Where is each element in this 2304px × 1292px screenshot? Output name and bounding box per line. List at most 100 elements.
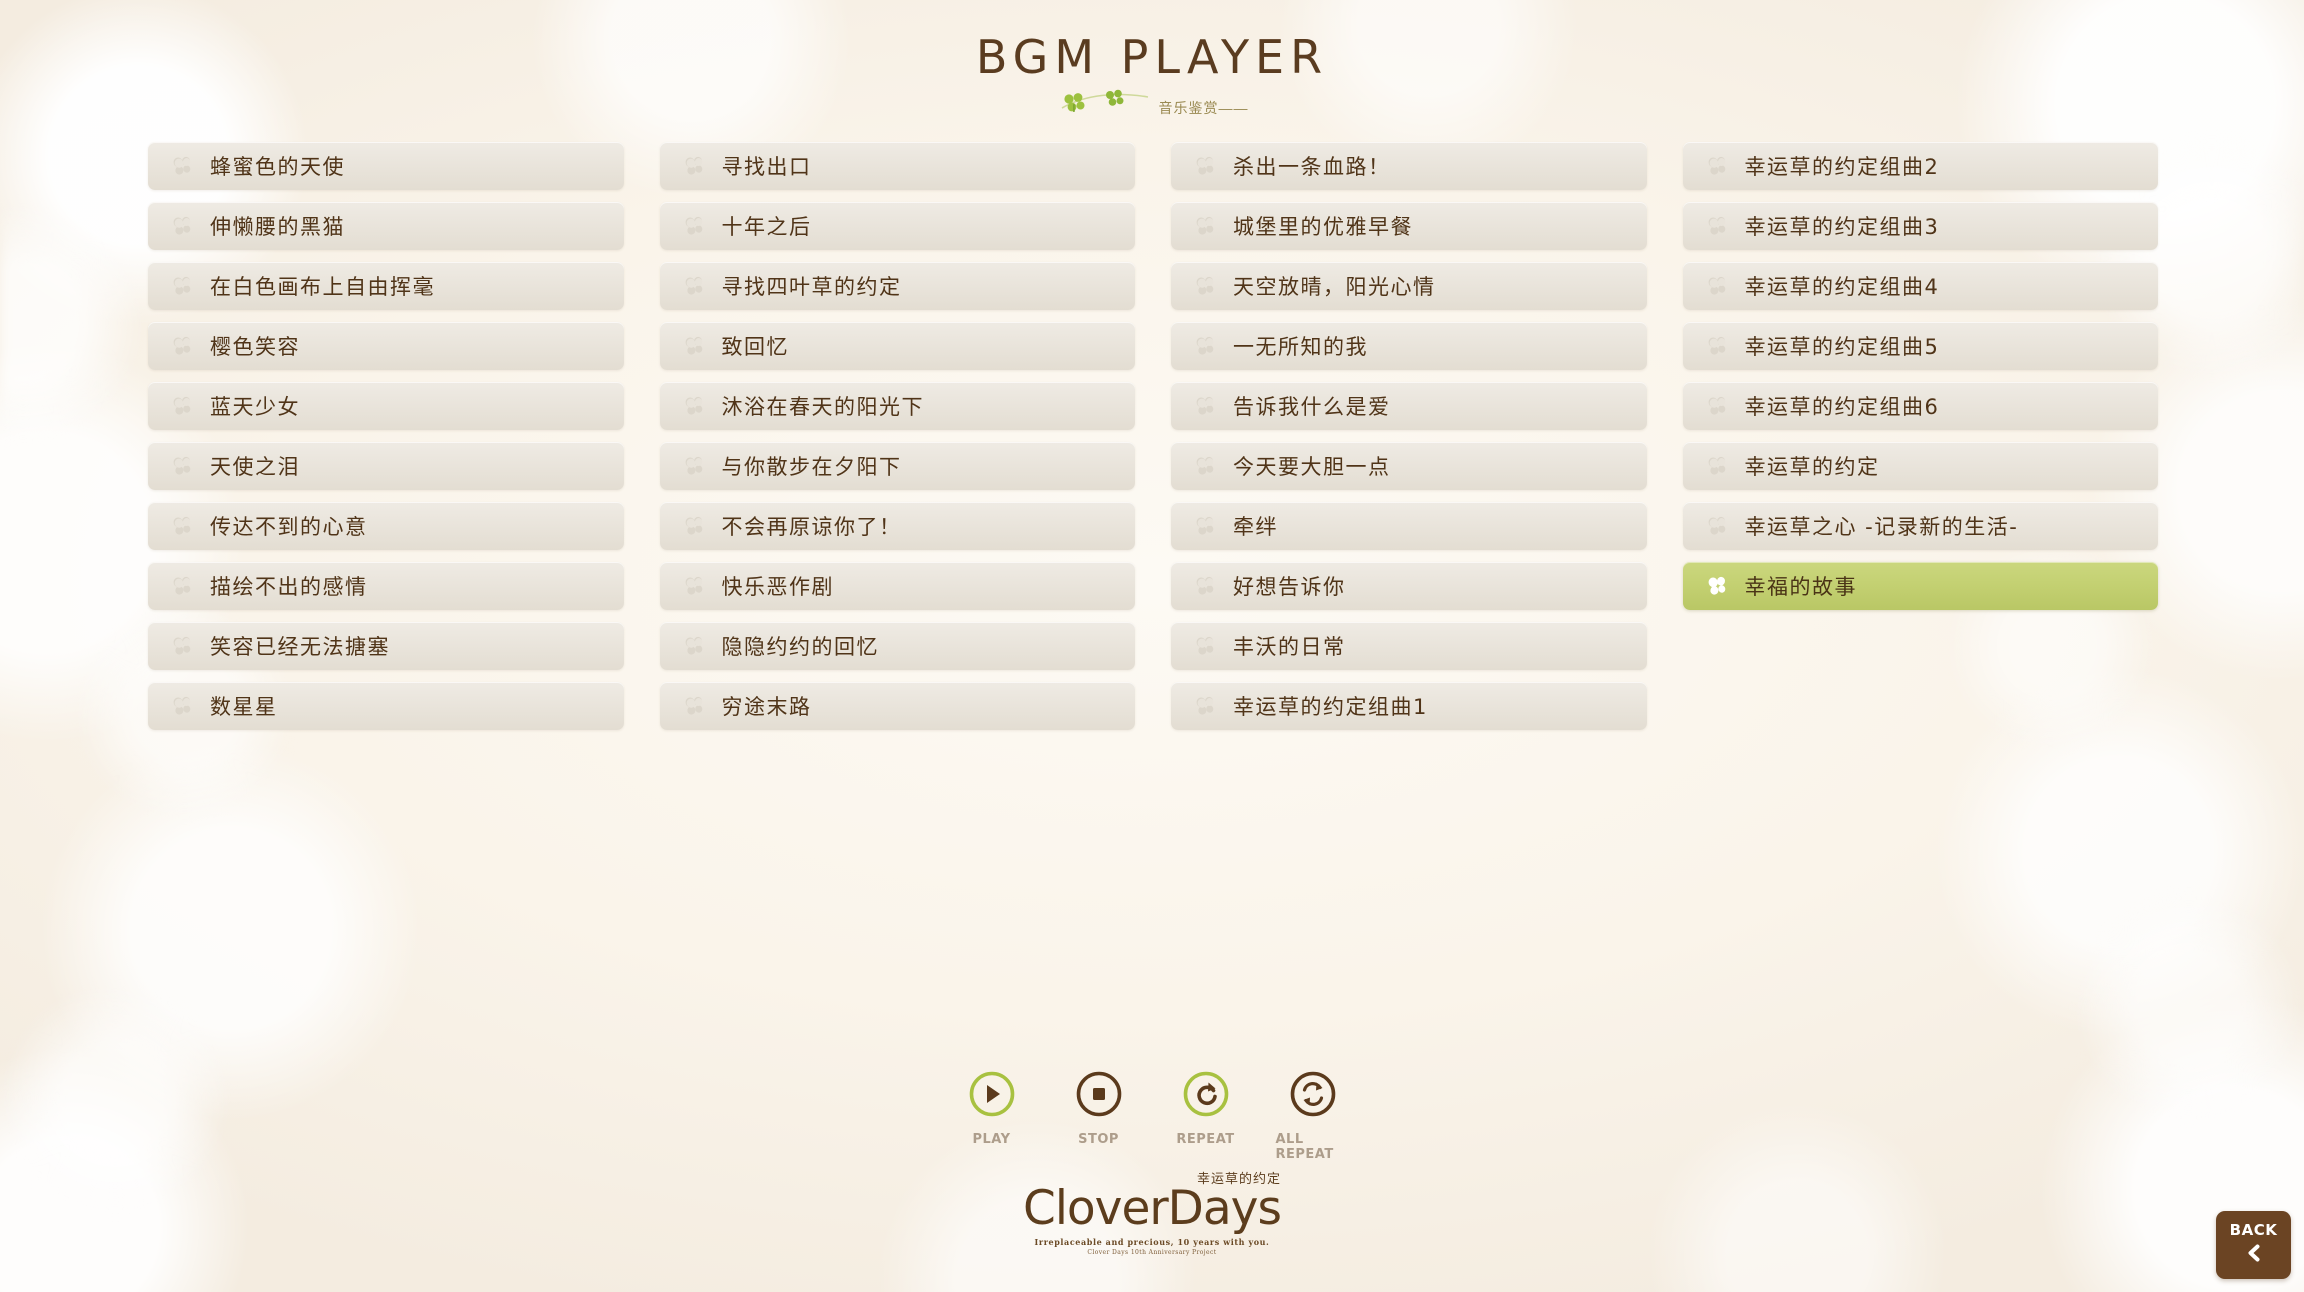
clover-icon bbox=[170, 214, 194, 238]
song-button[interactable]: 在白色画布上自由挥毫 bbox=[148, 262, 624, 310]
song-button[interactable]: 樱色笑容 bbox=[148, 322, 624, 370]
song-title: 致回忆 bbox=[721, 335, 789, 359]
stop-button[interactable]: STOP bbox=[1062, 1070, 1136, 1162]
song-title: 幸运草的约定组曲1 bbox=[1233, 695, 1428, 719]
clover-icon bbox=[1193, 454, 1217, 478]
clover-icon bbox=[170, 454, 194, 478]
song-button[interactable]: 寻找四叶草的约定 bbox=[659, 262, 1135, 310]
back-button[interactable]: BACK bbox=[2216, 1211, 2291, 1279]
song-button[interactable]: 好想告诉你 bbox=[1171, 562, 1647, 610]
song-button[interactable]: 幸运草的约定组曲1 bbox=[1171, 682, 1647, 730]
song-button[interactable]: 数星星 bbox=[148, 682, 624, 730]
song-column-2: 寻找出口十年之后寻找四叶草的约定致回忆沐浴在春天的阳光下 与你散步在夕阳下不会再原… bbox=[659, 142, 1135, 730]
chevron-left-icon bbox=[2243, 1242, 2265, 1269]
clover-icon bbox=[682, 454, 706, 478]
song-button[interactable]: 幸运草的约定组曲4 bbox=[1682, 262, 2158, 310]
song-button[interactable]: 幸运草的约定组曲5 bbox=[1682, 322, 2158, 370]
song-button[interactable]: 一无所知的我 bbox=[1171, 322, 1647, 370]
song-button[interactable]: 与你散步在夕阳下 bbox=[659, 442, 1135, 490]
clover-icon bbox=[682, 394, 706, 418]
song-title: 幸运草的约定 bbox=[1744, 455, 1880, 479]
clover-icon bbox=[170, 334, 194, 358]
song-title: 天使之泪 bbox=[210, 455, 300, 479]
song-button[interactable]: 不会再原谅你了！ bbox=[659, 502, 1135, 550]
song-button[interactable]: 蜂蜜色的天使 bbox=[148, 142, 624, 190]
song-title: 蓝天少女 bbox=[210, 395, 300, 419]
player-controls: PLAY STOP REPEAT ALL REPEAT bbox=[0, 1070, 2304, 1162]
play-icon bbox=[968, 1070, 1016, 1123]
clover-icon bbox=[1193, 394, 1217, 418]
song-button[interactable]: 幸运草的约定组曲3 bbox=[1682, 202, 2158, 250]
song-button[interactable]: 沐浴在春天的阳光下 bbox=[659, 382, 1135, 430]
stop-icon bbox=[1075, 1070, 1123, 1123]
control-label: PLAY bbox=[972, 1132, 1011, 1147]
clover-icon bbox=[1705, 154, 1729, 178]
song-button[interactable]: 城堡里的优雅早餐 bbox=[1171, 202, 1647, 250]
song-title: 好想告诉你 bbox=[1233, 575, 1346, 599]
song-title: 丰沃的日常 bbox=[1233, 635, 1346, 659]
song-title: 天空放晴，阳光心情 bbox=[1233, 275, 1436, 299]
song-column-3: 杀出一条血路！ 城堡里的优雅早餐天空放晴，阳光心情 一无所知的我告诉我什么是爱今天要… bbox=[1171, 142, 1647, 730]
song-button[interactable]: 描绘不出的感情 bbox=[148, 562, 624, 610]
control-label: ALL REPEAT bbox=[1275, 1132, 1334, 1162]
song-button[interactable]: 天使之泪 bbox=[148, 442, 624, 490]
song-title: 牵绊 bbox=[1233, 515, 1278, 539]
song-title: 与你散步在夕阳下 bbox=[721, 455, 902, 479]
song-button[interactable]: 幸运草的约定 bbox=[1682, 442, 2158, 490]
song-title: 幸运草的约定组曲2 bbox=[1744, 155, 1940, 179]
play-button[interactable]: PLAY bbox=[955, 1070, 1029, 1162]
song-title: 描绘不出的感情 bbox=[210, 575, 368, 599]
brand-logo-subtitle-cn: 幸运草的约定 bbox=[1196, 1171, 1281, 1186]
clover-icon bbox=[1193, 574, 1217, 598]
song-button[interactable]: 杀出一条血路！ bbox=[1171, 142, 1647, 190]
repeat-button[interactable]: REPEAT bbox=[1169, 1070, 1243, 1162]
song-button[interactable]: 告诉我什么是爱 bbox=[1171, 382, 1647, 430]
song-button[interactable]: 寻找出口 bbox=[659, 142, 1135, 190]
clover-icon bbox=[1705, 274, 1729, 298]
page-header: BGM PLAYER 音乐鉴赏—— bbox=[0, 30, 2304, 119]
song-button[interactable]: 致回忆 bbox=[659, 322, 1135, 370]
song-button-selected[interactable]: 幸福的故事 bbox=[1682, 562, 2158, 610]
song-button[interactable]: 丰沃的日常 bbox=[1171, 622, 1647, 670]
song-button[interactable]: 蓝天少女 bbox=[148, 382, 624, 430]
song-button[interactable]: 十年之后 bbox=[659, 202, 1135, 250]
song-button[interactable]: 快乐恶作剧 bbox=[659, 562, 1135, 610]
song-title: 笑容已经无法搪塞 bbox=[210, 635, 390, 659]
clover-icon bbox=[1705, 574, 1729, 598]
clover-icon bbox=[1193, 334, 1217, 358]
song-title: 一无所知的我 bbox=[1233, 335, 1368, 359]
page-subtitle: 音乐鉴赏—— bbox=[1158, 99, 1249, 116]
song-button[interactable]: 传达不到的心意 bbox=[148, 502, 624, 550]
clover-icon bbox=[682, 274, 706, 298]
clover-icon bbox=[1193, 694, 1217, 718]
song-title: 隐隐约约的回忆 bbox=[721, 635, 879, 659]
song-button[interactable]: 笑容已经无法搪塞 bbox=[148, 622, 624, 670]
song-title: 十年之后 bbox=[721, 215, 812, 239]
song-button[interactable]: 幸运草的约定组曲6 bbox=[1682, 382, 2158, 430]
clover-icon bbox=[170, 154, 194, 178]
song-button[interactable]: 隐隐约约的回忆 bbox=[659, 622, 1135, 670]
song-button[interactable]: 伸懒腰的黑猫 bbox=[148, 202, 624, 250]
song-button[interactable]: 幸运草之心 -记录新的生活- bbox=[1682, 502, 2158, 550]
song-button[interactable]: 今天要大胆一点 bbox=[1171, 442, 1647, 490]
clover-icon bbox=[682, 334, 706, 358]
song-list-grid: 蜂蜜色的天使 伸懒腰的黑猫在白色画布上自由挥毫樱色笑容蓝天少女天使之泪传达不到的心… bbox=[148, 142, 2158, 730]
brand-tagline-secondary: Clover Days 10th Anniversary Project bbox=[1087, 1249, 1217, 1256]
song-button[interactable]: 天空放晴，阳光心情 bbox=[1171, 262, 1647, 310]
song-button[interactable]: 幸运草的约定组曲2 bbox=[1682, 142, 2158, 190]
song-button[interactable]: 牵绊 bbox=[1171, 502, 1647, 550]
song-title: 今天要大胆一点 bbox=[1233, 455, 1391, 479]
clover-icon bbox=[170, 514, 194, 538]
clover-icon bbox=[682, 154, 706, 178]
song-button[interactable]: 穷途末路 bbox=[659, 682, 1135, 730]
clover-icon bbox=[1705, 454, 1729, 478]
song-column-4: 幸运草的约定组曲2 幸运草的约定组曲3 幸运草的约定组曲4 幸运草的约定组曲5 幸运草的… bbox=[1682, 142, 2158, 730]
clover-decoration-icon bbox=[1056, 88, 1156, 119]
all-repeat-button[interactable]: ALL REPEAT bbox=[1276, 1070, 1350, 1162]
brand-logo: CloverDays 幸运草的约定 bbox=[1023, 1171, 1282, 1236]
brand-logo-text: CloverDays bbox=[1023, 1181, 1282, 1236]
song-title: 幸运草的约定组曲5 bbox=[1744, 335, 1940, 359]
clover-icon bbox=[1193, 214, 1217, 238]
song-title: 沐浴在春天的阳光下 bbox=[721, 395, 924, 419]
song-title: 在白色画布上自由挥毫 bbox=[210, 275, 435, 299]
